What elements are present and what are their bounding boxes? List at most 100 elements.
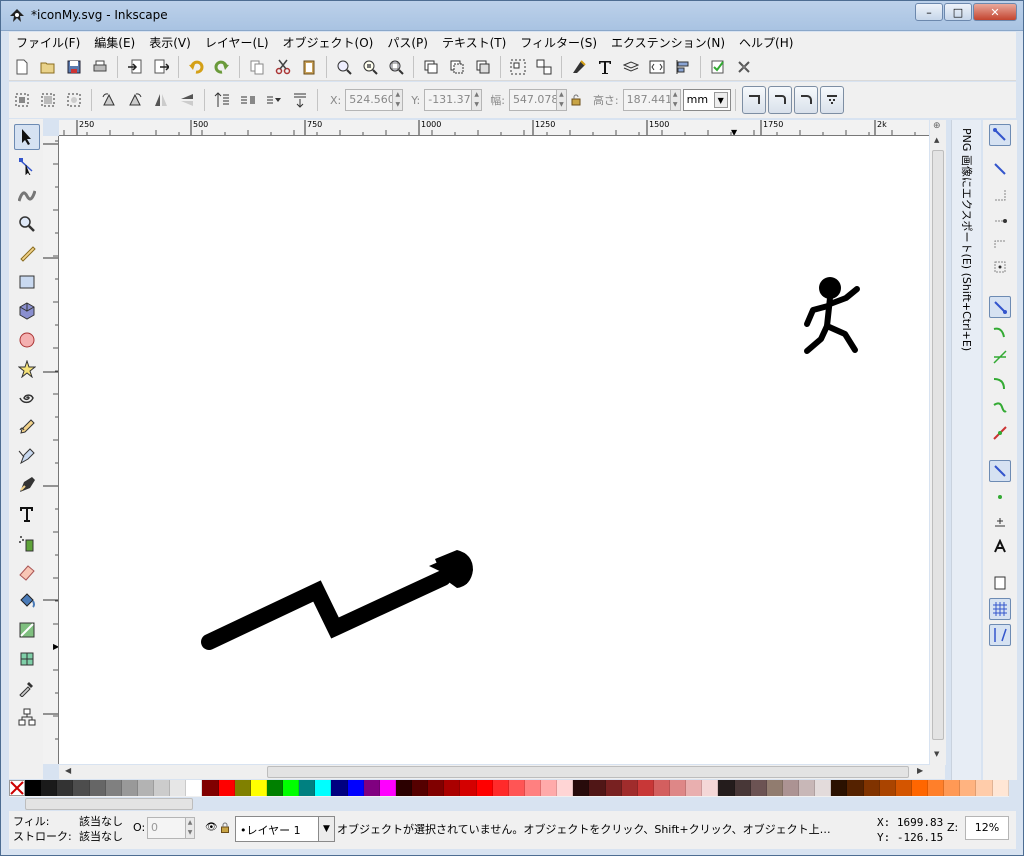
dropper-tool-icon[interactable] <box>14 675 40 701</box>
color-swatch[interactable] <box>879 780 896 796</box>
export-icon[interactable] <box>150 56 172 78</box>
save-icon[interactable] <box>63 56 85 78</box>
close-button[interactable]: ✕ <box>973 3 1017 21</box>
zoom-drawing-icon[interactable] <box>359 56 381 78</box>
height-field[interactable]: 187.441 <box>622 89 671 111</box>
duplicate-icon[interactable] <box>420 56 442 78</box>
copy-icon[interactable] <box>246 56 268 78</box>
no-paint-swatch[interactable] <box>9 780 25 796</box>
rotate-ccw-icon[interactable] <box>98 89 120 111</box>
zigzag-arrow-drawing[interactable] <box>201 550 473 650</box>
menu-layer[interactable]: レイヤー(L) <box>198 34 276 51</box>
menu-path[interactable]: パス(P) <box>380 34 435 51</box>
color-swatch[interactable] <box>105 780 122 796</box>
new-document-icon[interactable] <box>11 56 33 78</box>
vertical-scroll-thumb[interactable] <box>932 150 944 740</box>
unit-select[interactable]: mm ▼ <box>682 89 731 111</box>
snap-bbox-icon[interactable] <box>989 158 1011 180</box>
snap-grid-icon[interactable] <box>989 598 1011 620</box>
text-tool-icon[interactable] <box>14 501 40 527</box>
snap-paths-icon[interactable] <box>989 322 1011 344</box>
document-properties-icon[interactable] <box>733 56 755 78</box>
minimize-button[interactable]: – <box>915 3 943 21</box>
snap-others-icon[interactable] <box>989 460 1011 482</box>
clone-icon[interactable] <box>446 56 468 78</box>
export-png-dock-tab[interactable]: PNG 画像にエクスポート(E) (Shift+Ctrl+E) <box>951 120 981 780</box>
paste-icon[interactable] <box>298 56 320 78</box>
horizontal-ruler[interactable]: 250 500 750 1000 1250 1500 1750 2k ▼ <box>59 120 929 136</box>
color-swatch[interactable] <box>928 780 945 796</box>
color-swatch[interactable] <box>508 780 525 796</box>
lower-to-bottom-icon[interactable] <box>289 89 311 111</box>
move-gradients-toggle[interactable] <box>793 86 818 114</box>
zoom-corner-icon[interactable]: ⊕ <box>933 121 941 131</box>
snap-bbox-edge-icon[interactable] <box>989 184 1011 206</box>
drawing-canvas[interactable] <box>59 136 929 764</box>
horizontal-scroll-thumb[interactable] <box>267 766 909 778</box>
color-swatch[interactable] <box>863 780 880 796</box>
layers-icon[interactable] <box>620 56 642 78</box>
horizontal-scrollbar[interactable]: ◀ ▶ <box>59 765 945 779</box>
stroke-value[interactable]: 該当なし <box>79 829 123 844</box>
color-swatch[interactable] <box>637 780 654 796</box>
spiral-tool-icon[interactable] <box>14 385 40 411</box>
color-swatch[interactable] <box>412 780 429 796</box>
star-tool-icon[interactable] <box>14 356 40 382</box>
fill-stroke-icon[interactable] <box>568 56 590 78</box>
vertical-ruler[interactable]: ▶ <box>43 136 59 764</box>
color-swatch[interactable] <box>299 780 316 796</box>
mesh-tool-icon[interactable] <box>14 646 40 672</box>
ungroup-icon[interactable] <box>533 56 555 78</box>
raise-icon[interactable] <box>237 89 259 111</box>
color-swatch[interactable] <box>750 780 767 796</box>
color-swatch[interactable] <box>766 780 783 796</box>
ellipse-tool-icon[interactable] <box>14 327 40 353</box>
import-icon[interactable] <box>124 56 146 78</box>
color-swatch[interactable] <box>541 780 558 796</box>
color-swatch[interactable] <box>589 780 606 796</box>
eraser-tool-icon[interactable] <box>14 559 40 585</box>
width-spinner[interactable]: ▲ ▼ <box>556 89 567 111</box>
color-swatch[interactable] <box>347 780 364 796</box>
scroll-up-arrow[interactable]: ▲ <box>934 136 939 144</box>
snap-guides-icon[interactable] <box>989 624 1011 646</box>
color-swatch[interactable] <box>573 780 590 796</box>
cut-icon[interactable] <box>272 56 294 78</box>
menu-object[interactable]: オブジェクト(O) <box>276 34 381 51</box>
scroll-left-arrow[interactable]: ◀ <box>65 766 71 775</box>
current-layer-select[interactable]: •レイヤー 1 ▼ <box>235 816 335 842</box>
color-swatch[interactable] <box>186 780 203 796</box>
color-swatch[interactable] <box>121 780 138 796</box>
color-swatch[interactable] <box>266 780 283 796</box>
rotate-cw-icon[interactable] <box>124 89 146 111</box>
select-all-icon[interactable] <box>11 89 33 111</box>
color-swatch[interactable] <box>89 780 106 796</box>
color-swatch[interactable] <box>41 780 58 796</box>
x-spinner[interactable]: ▲ ▼ <box>393 89 404 111</box>
color-swatch[interactable] <box>992 780 1009 796</box>
zoom-page-icon[interactable] <box>385 56 407 78</box>
rectangle-tool-icon[interactable] <box>14 269 40 295</box>
y-spinner[interactable]: ▲ ▼ <box>472 89 483 111</box>
pencil-tool-icon[interactable] <box>14 414 40 440</box>
maximize-button[interactable]: □ <box>944 3 972 21</box>
color-swatch[interactable] <box>315 780 332 796</box>
color-swatch[interactable] <box>605 780 622 796</box>
snap-nodes-icon[interactable] <box>989 296 1011 318</box>
flip-horizontal-icon[interactable] <box>150 89 172 111</box>
deselect-icon[interactable] <box>63 89 85 111</box>
color-swatch[interactable] <box>557 780 574 796</box>
color-swatch[interactable] <box>524 780 541 796</box>
color-swatch[interactable] <box>363 780 380 796</box>
color-swatch[interactable] <box>283 780 300 796</box>
title-bar[interactable]: *iconMy.svg - Inkscape – □ ✕ <box>1 1 1023 31</box>
color-swatch[interactable] <box>976 780 993 796</box>
fill-value[interactable]: 該当なし <box>79 814 123 829</box>
scroll-right-arrow[interactable]: ▶ <box>917 766 923 775</box>
scale-stroke-toggle[interactable] <box>741 86 766 114</box>
snap-bbox-center-icon[interactable] <box>989 256 1011 278</box>
snap-object-centers-icon[interactable] <box>989 486 1011 508</box>
node-tool-icon[interactable] <box>14 153 40 179</box>
zoom-field[interactable]: 12% <box>965 816 1009 840</box>
color-swatch[interactable] <box>137 780 154 796</box>
